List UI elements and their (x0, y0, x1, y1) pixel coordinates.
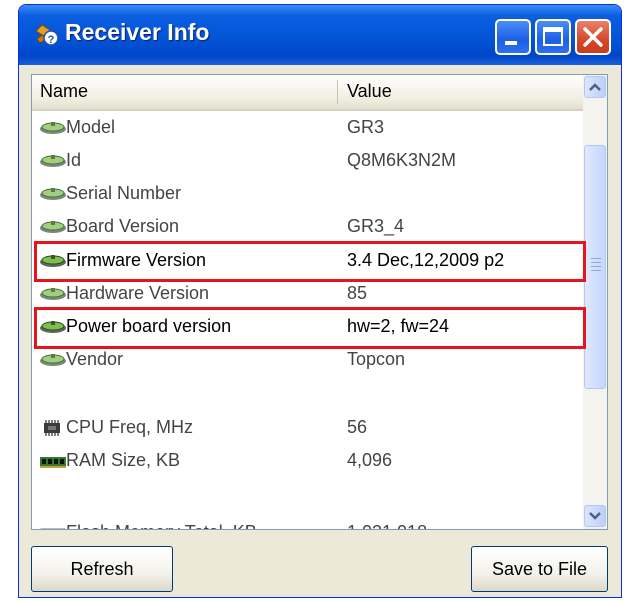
item-name: Serial Number (66, 183, 182, 203)
item-value: 1,031,018 (347, 516, 427, 529)
item-value: Q8M6K3N2M (347, 150, 457, 170)
close-button[interactable] (575, 19, 611, 55)
item-name: Board Version (66, 216, 180, 236)
item-value: 56 (347, 417, 368, 437)
item-name: Hardware Version (66, 283, 210, 303)
item-name: Flash Memory Total, KB (66, 516, 257, 529)
chevron-down-icon (589, 512, 601, 520)
refresh-button[interactable]: Refresh (31, 546, 173, 592)
list-item[interactable]: Model GR3 (32, 111, 583, 144)
save-to-file-button[interactable]: Save to File (471, 546, 608, 592)
item-value: 3.4 Dec,12,2009 p2 (347, 250, 505, 270)
receiver-icon (40, 155, 66, 167)
list-item[interactable]: Vendor Topcon (32, 343, 583, 376)
maximize-icon (543, 27, 563, 46)
list-item[interactable]: Board Version GR3_4 (32, 210, 583, 243)
receiver-icon (40, 188, 66, 200)
column-header-value[interactable]: Value (347, 75, 392, 107)
item-name: Power board version (66, 316, 232, 336)
column-header-name[interactable]: Name (40, 75, 88, 107)
list-item-blank[interactable] (32, 477, 583, 510)
svg-text:?: ? (48, 34, 55, 46)
receiver-icon (40, 122, 66, 134)
title-bar[interactable]: ? Receiver Info (19, 5, 621, 65)
item-name: Vendor (66, 349, 124, 369)
list-item[interactable]: Flash Memory Total, KB 1,031,018 (32, 516, 583, 529)
thumb-grip (591, 262, 601, 263)
scroll-up-button[interactable] (584, 76, 606, 98)
item-name: CPU Freq, MHz (66, 417, 194, 437)
list-item-power-board-version[interactable]: Power board version hw=2, fw=24 (32, 310, 583, 343)
receiver-icon (40, 255, 66, 267)
thumb-grip (591, 270, 601, 271)
flash-memory-icon (40, 528, 66, 529)
item-value: GR3_4 (347, 216, 405, 236)
list-item[interactable]: Hardware Version 85 (32, 277, 583, 310)
receiver-info-list[interactable]: Name Value Model GR3 Id Q8M6K3N2M Serial (31, 74, 608, 530)
item-name: RAM Size, KB (66, 450, 181, 470)
receiver-icon (40, 321, 66, 333)
cpu-chip-icon (44, 420, 60, 436)
item-value: hw=2, fw=24 (347, 316, 450, 336)
item-name: Id (66, 150, 82, 170)
receiver-icon (40, 354, 66, 366)
list-item[interactable]: RAM Size, KB 4,096 (32, 444, 583, 477)
list-item[interactable]: Id Q8M6K3N2M (32, 144, 583, 177)
item-value: Topcon (347, 349, 406, 369)
maximize-button[interactable] (535, 19, 571, 55)
minimize-icon (505, 41, 517, 45)
list-item-firmware-version[interactable]: Firmware Version 3.4 Dec,12,2009 p2 (32, 244, 583, 277)
list-item[interactable]: CPU Freq, MHz 56 (32, 411, 583, 444)
thumb-grip (591, 266, 601, 267)
window-client-area: Name Value Model GR3 Id Q8M6K3N2M Serial (22, 65, 618, 594)
chevron-up-icon (589, 83, 601, 91)
receiver-icon (40, 221, 66, 233)
minimize-button[interactable] (495, 19, 531, 55)
ram-module-icon (40, 457, 66, 468)
item-name: Firmware Version (66, 250, 207, 270)
item-value: 4,096 (347, 450, 393, 470)
column-divider[interactable] (337, 80, 338, 104)
close-icon (583, 27, 603, 47)
thumb-grip (591, 258, 601, 259)
window-title: Receiver Info (65, 19, 210, 45)
receiver-info-window: ? Receiver Info Name Value Model GR3 Id … (18, 4, 622, 598)
app-question-icon: ? (35, 24, 59, 46)
scrollbar-thumb[interactable] (584, 145, 606, 389)
vertical-scrollbar[interactable] (583, 75, 607, 529)
scroll-down-button[interactable] (584, 505, 606, 527)
list-header: Name Value (32, 75, 583, 111)
receiver-icon (40, 288, 66, 300)
item-value: 85 (347, 283, 368, 303)
list-item[interactable]: Serial Number (32, 177, 583, 210)
item-name: Model (66, 117, 116, 137)
list-item-blank[interactable] (32, 376, 583, 409)
item-value: GR3 (347, 117, 385, 137)
